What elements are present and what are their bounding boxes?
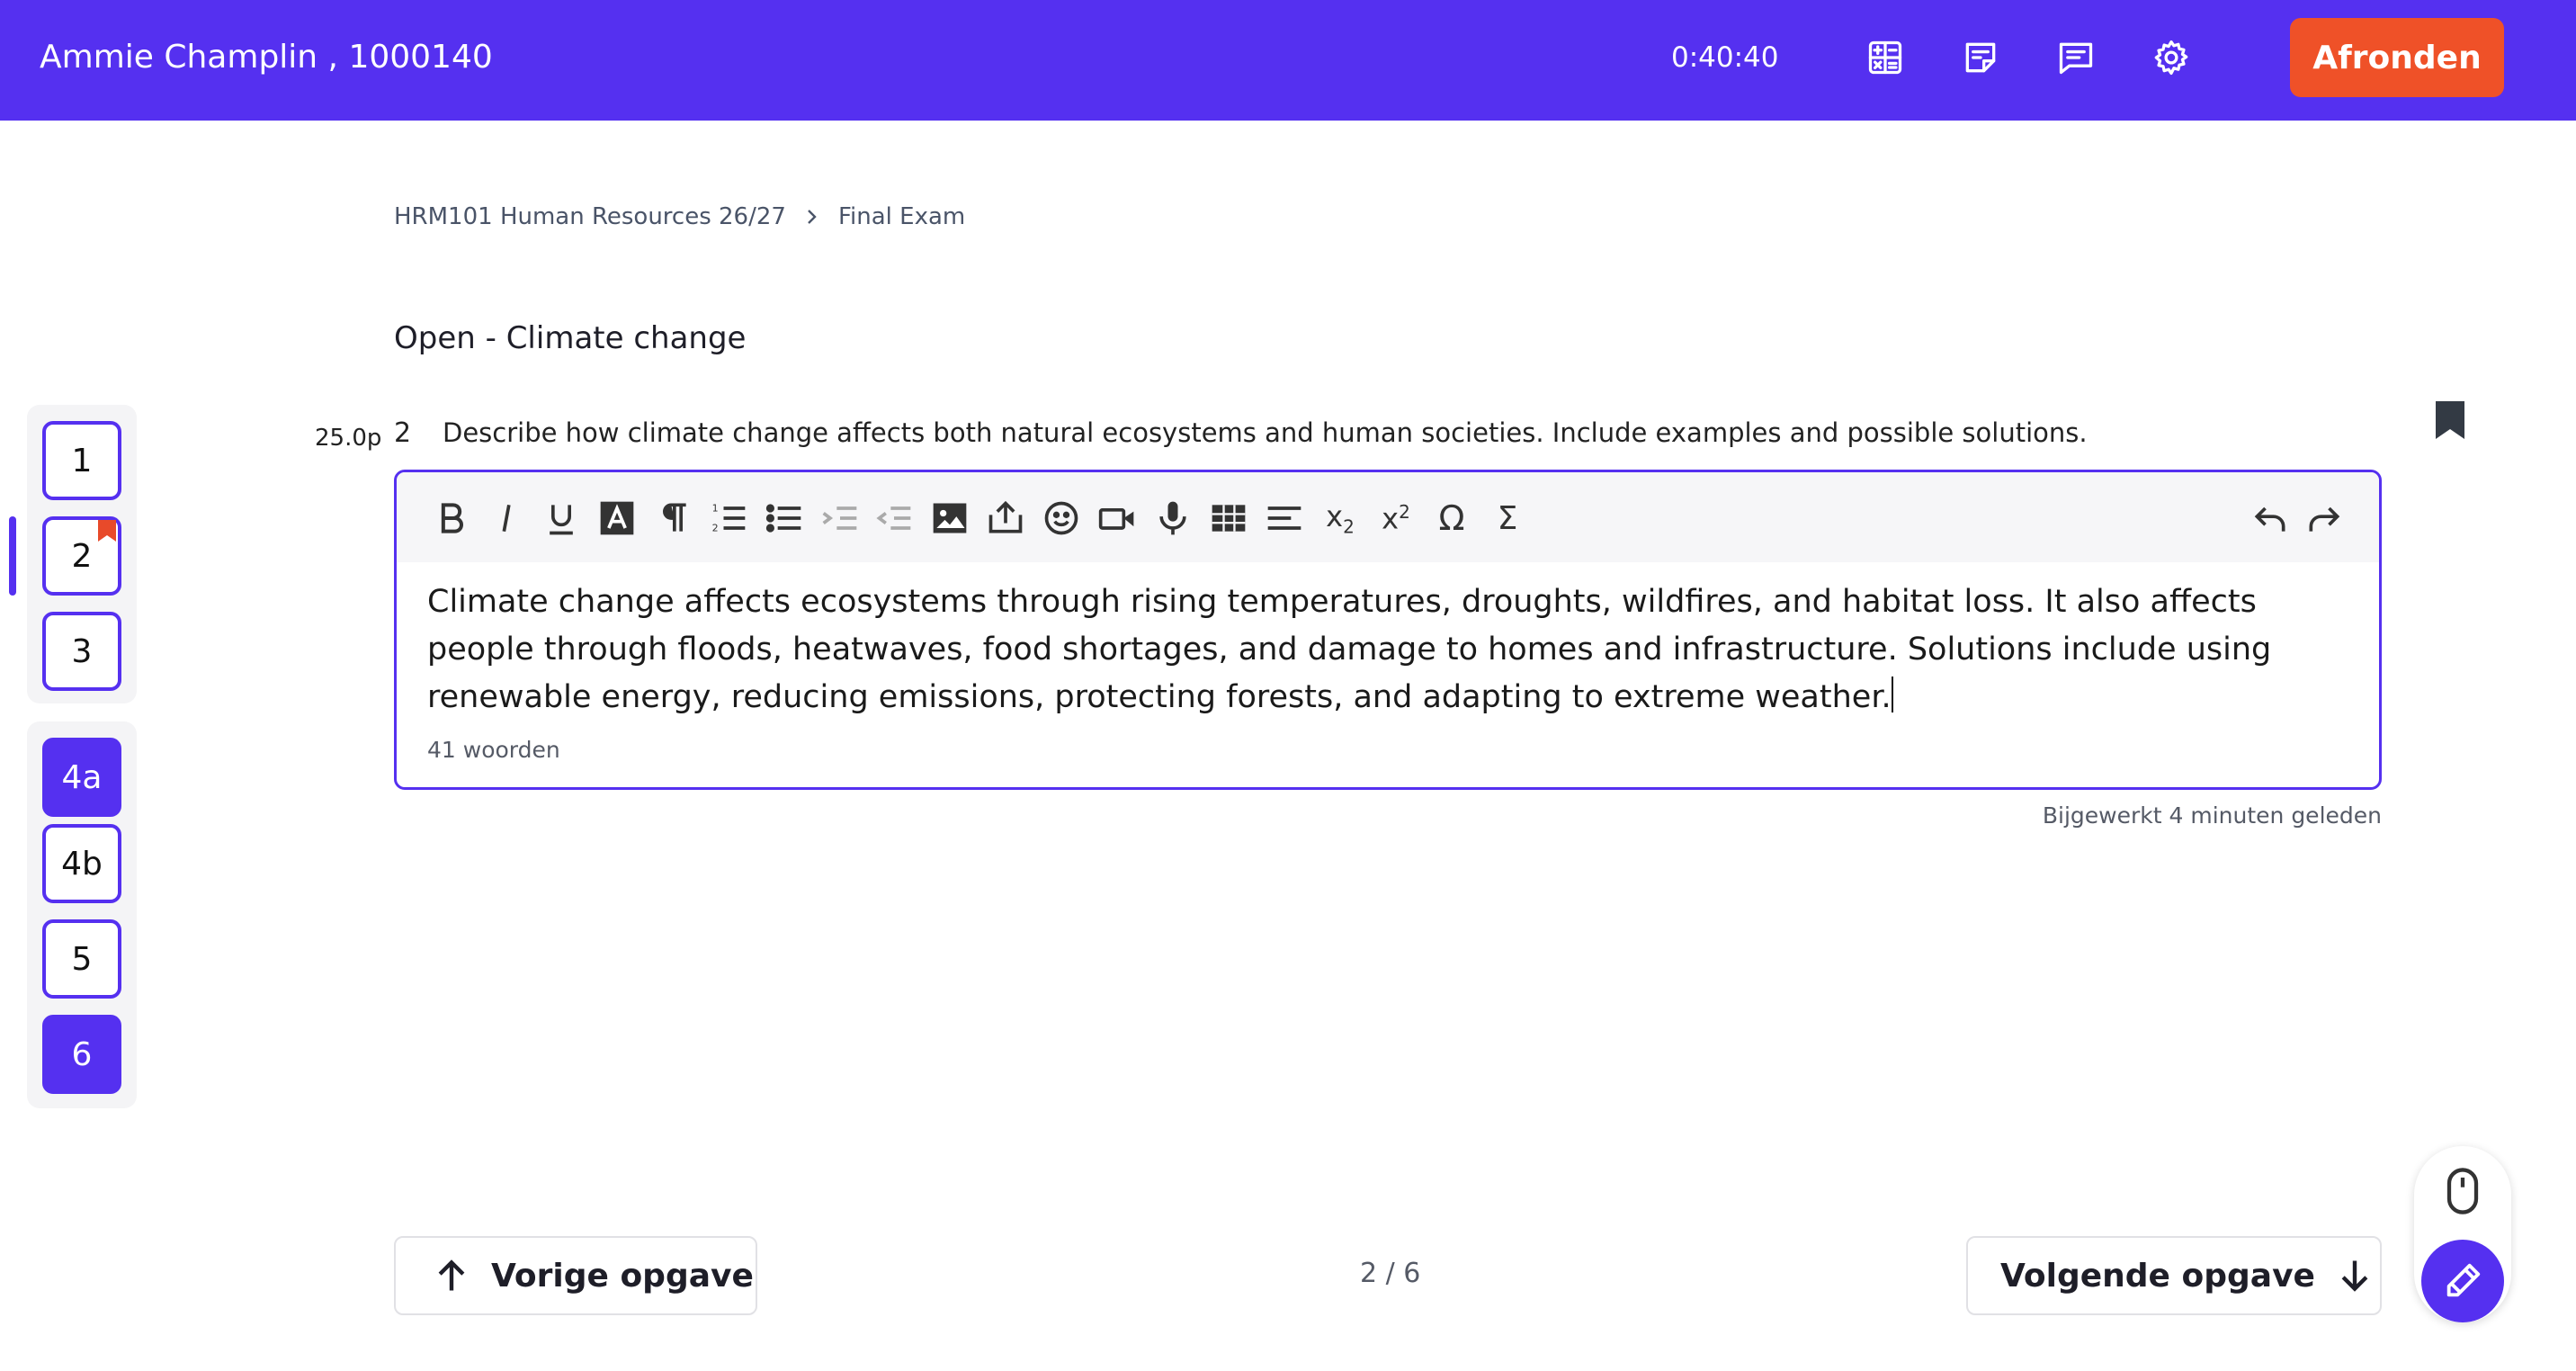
bookmark-icon[interactable] — [2434, 399, 2466, 441]
word-count: 41 woorden — [427, 737, 560, 763]
bookmark-flag-icon — [98, 520, 116, 542]
paragraph-icon[interactable] — [652, 497, 693, 539]
editor-toolbar: 12 x2 x2 Ω Σ — [397, 472, 2379, 562]
next-question-button[interactable]: Volgende opgave — [1966, 1236, 2382, 1315]
active-question-indicator — [9, 516, 16, 596]
question-nav-2[interactable]: 2 — [42, 516, 121, 596]
image-icon[interactable] — [929, 497, 970, 539]
underline-icon[interactable] — [541, 497, 582, 539]
previous-question-button[interactable]: Vorige opgave — [394, 1236, 757, 1315]
breadcrumb: HRM101 Human Resources 26/27 Final Exam — [394, 203, 965, 230]
question-pager: 2 / 6 — [1360, 1258, 1421, 1289]
italic-icon[interactable] — [487, 497, 528, 539]
indent-icon[interactable] — [819, 497, 861, 539]
question-text: Describe how climate change affects both… — [443, 417, 2088, 448]
svg-text:2: 2 — [712, 523, 719, 534]
question-number: 2 — [394, 417, 412, 449]
numbered-list-icon[interactable]: 12 — [708, 497, 749, 539]
question-nav-4b[interactable]: 4b — [42, 824, 121, 903]
subscript-icon[interactable]: x2 — [1319, 497, 1361, 539]
breadcrumb-exam[interactable]: Final Exam — [838, 203, 965, 230]
finish-button[interactable]: Afronden — [2290, 18, 2504, 97]
align-icon[interactable] — [1264, 497, 1305, 539]
breadcrumb-course[interactable]: HRM101 Human Resources 26/27 — [394, 203, 786, 230]
emoji-icon[interactable] — [1041, 497, 1082, 539]
saved-status: Bijgewerkt 4 minuten geleden — [2042, 802, 2382, 829]
answer-text[interactable]: Climate change affects ecosystems throug… — [427, 578, 2343, 721]
question-nav-group-2: 4a 4b 5 6 — [27, 721, 137, 1108]
student-name: Ammie Champlin , 1000140 — [40, 39, 493, 76]
undo-icon[interactable] — [2250, 497, 2291, 539]
formula-icon[interactable]: Σ — [1487, 497, 1528, 539]
calculator-icon[interactable] — [1864, 34, 1907, 81]
pen-icon — [2446, 1263, 2481, 1297]
chevron-right-icon — [808, 210, 817, 224]
mouse-icon[interactable] — [2439, 1164, 2486, 1218]
upload-icon[interactable] — [985, 497, 1026, 539]
microphone-icon[interactable] — [1152, 497, 1194, 539]
special-character-icon[interactable]: Ω — [1431, 497, 1472, 539]
answer-editor[interactable]: 12 x2 x2 Ω Σ Climate change affects ecos… — [394, 470, 2382, 790]
question-nav-6[interactable]: 6 — [42, 1015, 121, 1094]
question-points: 25.0p — [315, 425, 382, 452]
question-nav-1[interactable]: 1 — [42, 421, 121, 500]
text-cursor — [1891, 677, 1893, 712]
notes-icon[interactable] — [1959, 34, 2002, 81]
bullet-list-icon[interactable] — [764, 497, 805, 539]
chat-icon[interactable] — [2054, 34, 2097, 81]
video-icon[interactable] — [1096, 497, 1138, 539]
question-nav-group-1: 1 2 3 — [27, 405, 137, 703]
gear-icon[interactable] — [2150, 34, 2193, 81]
top-bar: Ammie Champlin , 1000140 0:40:40 Afronde… — [0, 0, 2576, 121]
bold-icon[interactable] — [431, 497, 472, 539]
arrow-up-icon — [438, 1259, 465, 1291]
redo-icon[interactable] — [2303, 497, 2345, 539]
question-nav-5[interactable]: 5 — [42, 919, 121, 999]
arrow-down-icon — [2341, 1260, 2368, 1292]
outdent-icon[interactable] — [873, 497, 915, 539]
table-icon[interactable] — [1208, 497, 1249, 539]
question-nav-3[interactable]: 3 — [42, 612, 121, 691]
exam-timer: 0:40:40 — [1671, 41, 1779, 74]
svg-text:1: 1 — [712, 503, 719, 515]
floating-tools — [2414, 1146, 2511, 1322]
pen-tool-button[interactable] — [2421, 1240, 2504, 1322]
question-title: Open - Climate change — [394, 320, 747, 356]
question-nav-4a[interactable]: 4a — [42, 738, 121, 817]
text-color-icon[interactable] — [596, 497, 638, 539]
superscript-icon[interactable]: x2 — [1375, 497, 1417, 539]
